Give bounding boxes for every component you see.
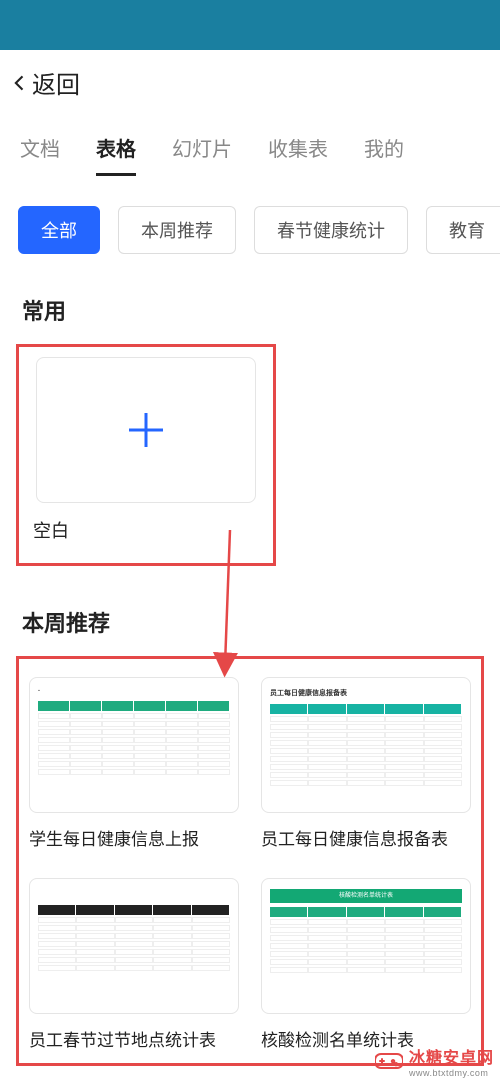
tab-mine[interactable]: 我的 <box>364 133 404 176</box>
annotation-frequent: 空白 <box>16 344 276 566</box>
tab-sheet[interactable]: 表格 <box>96 133 136 176</box>
template-name: 员工春节过节地点统计表 <box>29 1026 239 1051</box>
back-label: 返回 <box>32 65 80 100</box>
controller-icon <box>375 1050 403 1072</box>
chevron-left-icon <box>10 70 30 96</box>
status-bar <box>0 0 500 50</box>
template-thumb: · <box>29 677 239 813</box>
template-card[interactable]: 员工春节过节地点统计表 <box>29 878 239 1051</box>
tab-slide[interactable]: 幻灯片 <box>172 133 232 176</box>
watermark: 冰糖安卓网 www.btxtdmy.com <box>375 1044 494 1078</box>
blank-template-card[interactable] <box>36 357 256 503</box>
template-thumb: 员工每日健康信息报备表 <box>261 677 471 813</box>
template-card[interactable]: · 学生每日健康信息上报 <box>29 677 239 850</box>
tab-doc[interactable]: 文档 <box>20 133 60 176</box>
blank-template-label: 空白 <box>25 517 267 543</box>
template-name: 员工每日健康信息报备表 <box>261 825 471 850</box>
template-thumb <box>29 878 239 1014</box>
filter-all[interactable]: 全部 <box>18 206 100 254</box>
tabs: 文档 表格 幻灯片 收集表 我的 <box>0 115 500 176</box>
template-name: 学生每日健康信息上报 <box>29 825 239 850</box>
template-card[interactable]: 员工每日健康信息报备表 员工每日健康信息报备表 <box>261 677 471 850</box>
template-card[interactable]: 核酸检测名单统计表 核酸检测名单统计表 <box>261 878 471 1051</box>
tab-form[interactable]: 收集表 <box>268 133 328 176</box>
section-frequent-title: 常用 <box>0 254 500 344</box>
template-thumb: 核酸检测名单统计表 <box>261 878 471 1014</box>
annotation-weekly: · 学生每日健康信息上报 员工每日健康信息报备表 <box>16 656 484 1066</box>
filter-edu[interactable]: 教育 <box>426 206 500 254</box>
filter-row: 全部 本周推荐 春节健康统计 教育 <box>0 176 500 254</box>
plus-icon <box>125 409 167 451</box>
section-weekly-title: 本周推荐 <box>0 566 500 656</box>
back-button[interactable]: 返回 <box>0 50 500 115</box>
filter-weekly[interactable]: 本周推荐 <box>118 206 236 254</box>
filter-health[interactable]: 春节健康统计 <box>254 206 408 254</box>
